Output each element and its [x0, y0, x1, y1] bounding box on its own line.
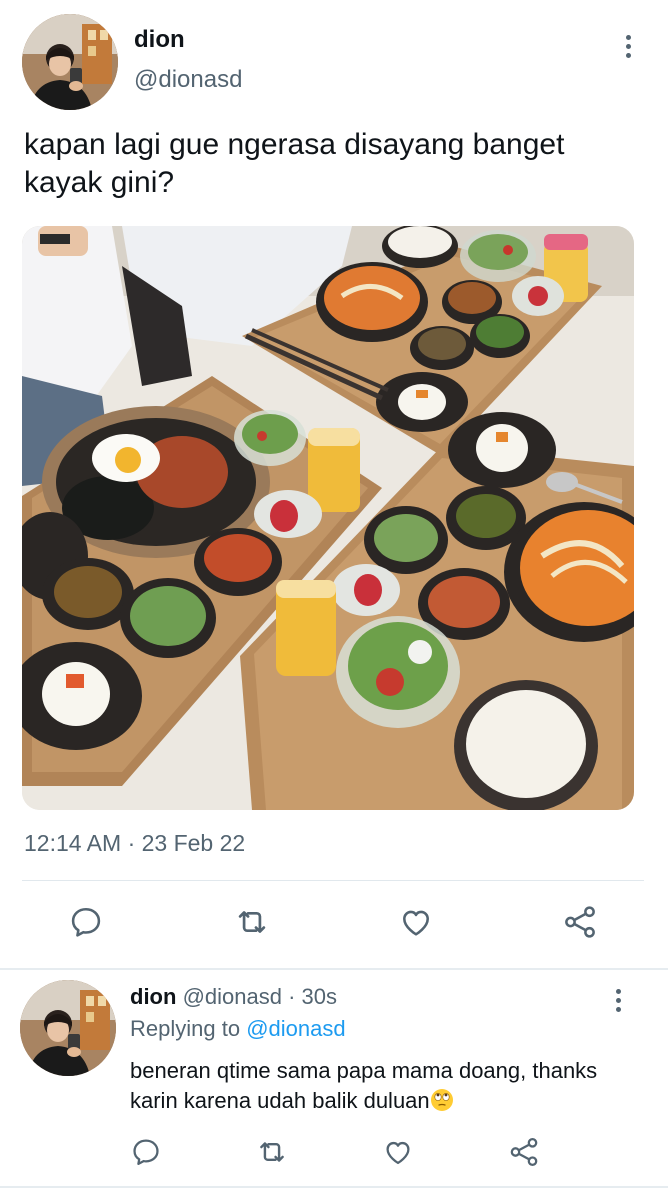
divider — [22, 880, 644, 881]
reply-icon — [71, 907, 101, 937]
author-name[interactable]: dion — [134, 26, 185, 54]
reply-author-name[interactable]: dion — [130, 984, 176, 1009]
reply-author-avatar[interactable] — [20, 980, 116, 1076]
retweet-icon — [260, 1142, 284, 1162]
author-avatar[interactable] — [22, 14, 118, 110]
replying-to: Replying to @dionasd — [130, 1016, 346, 1042]
reply-text-body: beneran qtime sama papa mama doang, than… — [130, 1058, 598, 1113]
more-vertical-icon — [615, 988, 621, 994]
tweet-photo[interactable] — [22, 226, 634, 810]
more-options-button[interactable] — [616, 28, 640, 64]
author-handle[interactable]: @dionasd — [134, 66, 242, 94]
avatar-photo — [22, 14, 118, 110]
tweet-text: kapan lagi gue ngerasa disayang banget k… — [24, 128, 565, 199]
tweet-timestamp[interactable]: 12:14 AM · 23 Feb 22 — [24, 830, 245, 857]
like-icon — [386, 1141, 410, 1165]
share-icon — [565, 906, 595, 938]
reply-more-options-button[interactable] — [606, 982, 630, 1018]
reply-share-button[interactable] — [502, 1130, 546, 1174]
food-trays-photo — [22, 226, 634, 810]
share-icon — [510, 1137, 538, 1167]
like-button[interactable] — [394, 900, 438, 944]
reply-like-button[interactable] — [376, 1130, 420, 1174]
reply-header: dion @dionasd · 30s — [130, 984, 337, 1010]
share-button[interactable] — [558, 900, 602, 944]
separator-dot: · — [288, 984, 296, 1009]
reply-author-handle[interactable]: @dionasd — [183, 984, 282, 1009]
retweet-icon — [238, 911, 266, 933]
more-vertical-icon — [625, 34, 631, 40]
reply-retweet-button[interactable] — [250, 1130, 294, 1174]
bottom-divider — [0, 1186, 668, 1188]
reply-button[interactable] — [64, 900, 108, 944]
reply-text: beneran qtime sama papa mama doang, than… — [130, 1056, 630, 1116]
reply-icon — [133, 1139, 159, 1165]
like-icon — [403, 910, 429, 936]
rolling-eyes-emoji — [430, 1089, 453, 1111]
reply-reply-button[interactable] — [124, 1130, 168, 1174]
retweet-button[interactable] — [230, 900, 274, 944]
reply-time[interactable]: 30s — [302, 984, 337, 1009]
replying-to-handle-link[interactable]: @dionasd — [246, 1016, 345, 1041]
avatar-photo — [20, 980, 116, 1076]
section-divider — [0, 968, 668, 970]
replying-to-label: Replying to — [130, 1016, 241, 1041]
